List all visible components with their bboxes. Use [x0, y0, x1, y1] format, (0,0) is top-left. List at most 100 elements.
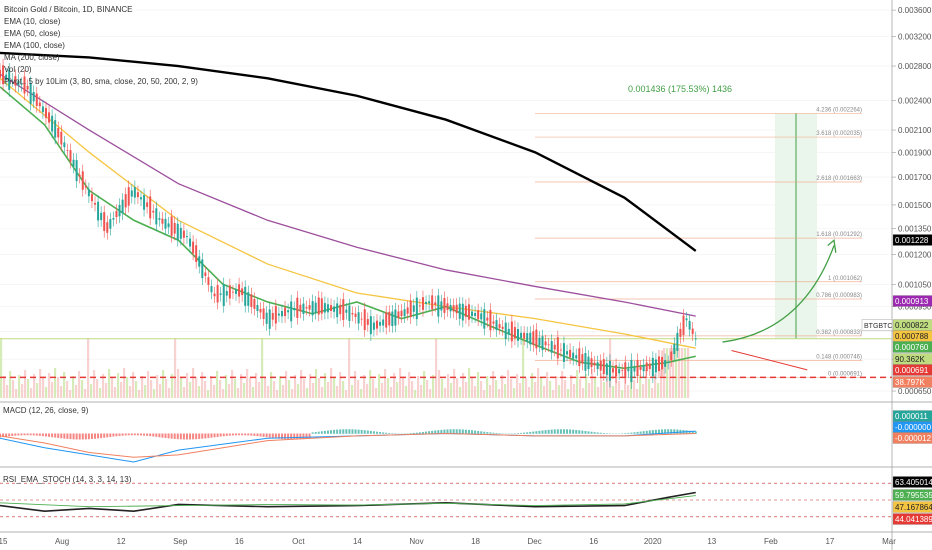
- volume-bar: [213, 385, 216, 398]
- macd-bar: [624, 433, 627, 434]
- macd-bar: [256, 433, 259, 437]
- macd-bar: [550, 429, 553, 434]
- candle-body: [495, 320, 498, 331]
- volume-bar: [279, 376, 282, 398]
- rsi-panel[interactable]: [0, 482, 892, 518]
- macd-bar: [32, 433, 35, 436]
- volume-bar: [555, 376, 558, 398]
- candle-body: [274, 306, 277, 324]
- time-tick-label: 15: [0, 537, 8, 546]
- macd-bar: [428, 431, 431, 434]
- volume-bar: [99, 388, 102, 398]
- candle-body: [682, 315, 685, 336]
- macd-bar: [645, 430, 648, 434]
- candle-body: [437, 295, 440, 317]
- candle-body: [60, 131, 63, 145]
- macd-panel[interactable]: [0, 429, 697, 463]
- legend-ema50[interactable]: EMA (50, close): [4, 29, 61, 38]
- macd-bar: [556, 429, 559, 434]
- volume-bar: [426, 380, 429, 398]
- volume-bar: [294, 375, 297, 398]
- macd-bar: [486, 432, 489, 434]
- legend-pivot[interactable]: Pivot.. 5 by 10Lim (3, 80, sma, close, 2…: [4, 77, 198, 86]
- candle-body: [176, 223, 179, 240]
- candle-body: [290, 301, 293, 322]
- volume-bar: [687, 348, 690, 398]
- macd-bar: [366, 430, 369, 434]
- macd-bar: [339, 429, 342, 434]
- candle-body: [121, 199, 124, 214]
- macd-bar: [100, 433, 103, 439]
- candle-body: [84, 185, 87, 188]
- macd-bar: [532, 431, 535, 434]
- volume-bar: [633, 380, 636, 398]
- macd-bar: [676, 429, 679, 434]
- candle-body: [467, 304, 470, 320]
- macd-bar: [284, 433, 287, 440]
- time-tick-label: 2020: [644, 537, 662, 546]
- macd-title[interactable]: MACD (12, 26, close, 9): [3, 406, 89, 415]
- macd-bar: [409, 433, 412, 434]
- price-tick-label: 0.001700: [898, 173, 932, 182]
- candle-body: [222, 284, 225, 306]
- main-panel[interactable]: 4.236 (0.002264) 3.618 (0.002035) 2.618 (0…: [0, 0, 892, 400]
- candle-body: [207, 277, 210, 286]
- macd-bar: [66, 433, 69, 439]
- volume-bar: [417, 376, 420, 398]
- legend-ema10[interactable]: EMA (10, close): [4, 17, 61, 26]
- candle-body: [216, 285, 219, 303]
- rsi-series: [0, 491, 696, 513]
- macd-bar: [213, 433, 216, 438]
- rsi-title[interactable]: RSI_EMA_STOCH (14, 3, 3, 14, 13): [3, 475, 132, 484]
- volume-bar: [528, 387, 531, 398]
- volume-bar: [303, 379, 306, 398]
- legend-ma200[interactable]: MA (200, close): [4, 53, 60, 62]
- legend-volume[interactable]: Vol (20): [4, 65, 32, 74]
- volume-bar: [21, 384, 24, 398]
- candle-body: [648, 363, 651, 369]
- volume-bar: [3, 376, 6, 398]
- volume-bar: [156, 375, 159, 398]
- candle-body: [363, 309, 366, 331]
- volume-bar: [195, 377, 198, 398]
- candle-body: [90, 194, 93, 202]
- volume-bar: [450, 383, 453, 398]
- candle-body: [379, 321, 382, 326]
- legend-ema100[interactable]: EMA (100, close): [4, 41, 65, 50]
- candle-body: [130, 190, 133, 197]
- fib-label: 1 (0.001062): [828, 276, 862, 282]
- candle-body: [265, 312, 268, 324]
- volume-bar: [432, 375, 435, 398]
- chart-canvas[interactable]: 4.236 (0.002264) 3.618 (0.002035) 2.618 (0…: [0, 0, 932, 550]
- candle-body: [630, 359, 633, 383]
- macd-bar: [106, 433, 109, 438]
- macd-bar: [259, 433, 262, 437]
- fib-label: 0.786 (0.000983): [816, 293, 862, 299]
- candle-body: [458, 303, 461, 319]
- volume-bar: [519, 383, 522, 398]
- macd-bar: [572, 429, 575, 434]
- macd-bar: [158, 433, 161, 438]
- volume-bar: [420, 385, 423, 398]
- volume-bar: [513, 388, 516, 398]
- candle-body: [158, 218, 161, 220]
- candle-body: [241, 288, 244, 296]
- volume-bar: [675, 348, 678, 398]
- volume-bar: [435, 338, 438, 398]
- macd-bar: [11, 433, 14, 436]
- candle-body: [210, 286, 213, 293]
- volume-bar: [183, 387, 186, 398]
- volume-bar: [537, 368, 540, 398]
- candle-body: [369, 316, 372, 335]
- price-tag-text: 38.797K: [895, 378, 925, 387]
- candle-body: [66, 150, 69, 151]
- volume-bar: [204, 381, 207, 398]
- time-axis[interactable]: 15 Aug 12 Sep 16 Oct 14 Nov 18 Dec 16 2020 13 Feb 17 Ma…: [0, 537, 896, 546]
- macd-bar: [311, 432, 314, 434]
- macd-bar: [421, 431, 424, 434]
- volume-bar: [363, 375, 366, 398]
- candle-body: [44, 108, 47, 118]
- volume-bar: [27, 379, 30, 398]
- candle-body: [320, 298, 323, 314]
- candle-body: [523, 332, 526, 339]
